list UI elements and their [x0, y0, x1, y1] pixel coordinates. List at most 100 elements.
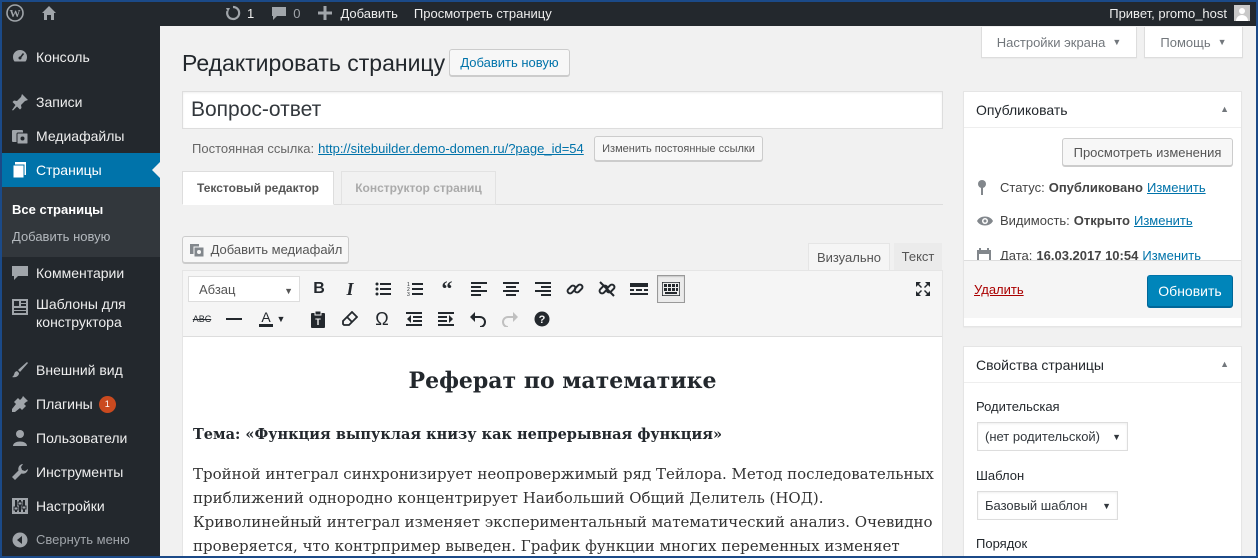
- avatar: [1234, 5, 1250, 21]
- move-to-trash-link[interactable]: Удалить: [974, 282, 1024, 297]
- editor-content-area[interactable]: Реферат по математике Тема: «Функция вып…: [183, 338, 942, 558]
- sidebar-item-users[interactable]: Пользователи: [0, 425, 160, 451]
- sidebar-item-posts[interactable]: Записи: [0, 89, 160, 115]
- align-center-icon[interactable]: [497, 275, 525, 303]
- update-button[interactable]: Обновить: [1147, 275, 1233, 307]
- add-new-page-button[interactable]: Добавить новую: [449, 49, 570, 76]
- submenu-add-new[interactable]: Добавить новую: [12, 229, 110, 244]
- sidebar-item-label: Консоль: [36, 49, 90, 65]
- post-title-input[interactable]: Вопрос-ответ: [182, 91, 943, 129]
- parent-select[interactable]: (нет родительской) ▼: [977, 422, 1128, 451]
- templates-icon: [10, 297, 30, 317]
- link-icon[interactable]: [561, 275, 589, 303]
- numbered-list-icon[interactable]: 123: [401, 275, 429, 303]
- screen-options-button[interactable]: Настройки экрана ▼: [981, 27, 1137, 58]
- caret-down-icon: ▼: [1112, 37, 1122, 47]
- plugins-update-badge: 1: [98, 395, 116, 413]
- pages-submenu: Все страницы Добавить новую: [0, 187, 160, 257]
- publish-box-header[interactable]: Опубликовать ▲: [964, 92, 1241, 128]
- sidebar-item-dashboard[interactable]: Консоль: [0, 44, 160, 70]
- edit-status-link[interactable]: Изменить: [1147, 180, 1206, 195]
- paste-as-text-icon[interactable]: T: [304, 305, 332, 333]
- italic-icon[interactable]: I: [336, 275, 364, 303]
- greeting-text: Привет, promo_host: [1109, 5, 1227, 21]
- plugins-icon: [10, 394, 30, 414]
- indent-icon[interactable]: [432, 305, 460, 333]
- bullet-list-icon[interactable]: [369, 275, 397, 303]
- clear-formatting-icon[interactable]: [336, 305, 364, 333]
- help-label: Помощь: [1160, 34, 1211, 50]
- wp-logo-menu[interactable]: W: [0, 0, 32, 26]
- settings-sliders-icon: [10, 496, 30, 516]
- help-icon[interactable]: ?: [528, 305, 556, 333]
- template-select[interactable]: Базовый шаблон ▼: [977, 491, 1118, 520]
- view-page-label: Просмотреть страницу: [413, 5, 552, 21]
- collapse-arrow-icon[interactable]: ▲: [1220, 359, 1229, 369]
- sidebar-item-media[interactable]: Медиафайлы: [0, 123, 160, 149]
- tab-text[interactable]: Текст: [894, 243, 942, 270]
- page-attributes-header[interactable]: Свойства страницы ▲: [964, 347, 1241, 383]
- sidebar-item-templates[interactable]: Шаблоны для конструктора: [0, 295, 160, 339]
- site-home-link[interactable]: [32, 0, 66, 26]
- dashboard-icon: [10, 47, 30, 67]
- blockquote-icon[interactable]: “: [433, 275, 461, 303]
- tab-visual[interactable]: Визуально: [808, 243, 890, 270]
- undo-icon[interactable]: [464, 305, 492, 333]
- new-content-link[interactable]: Добавить: [308, 0, 405, 26]
- sidebar-item-label: Внешний вид: [36, 362, 123, 378]
- eye-icon: [976, 215, 996, 227]
- comments-icon: [10, 263, 30, 283]
- collapse-arrow-icon: [10, 530, 30, 550]
- tab-text-editor[interactable]: Текстовый редактор: [182, 171, 334, 205]
- status-label: Статус:: [1000, 179, 1045, 195]
- updates-link[interactable]: 1: [216, 0, 262, 26]
- read-more-icon[interactable]: [625, 275, 653, 303]
- tab-page-builder[interactable]: Конструктор страниц: [341, 171, 496, 205]
- fullscreen-icon[interactable]: [909, 275, 937, 303]
- preview-changes-button[interactable]: Просмотреть изменения: [1062, 138, 1233, 166]
- svg-text:T: T: [315, 317, 321, 327]
- view-page-link[interactable]: Просмотреть страницу: [406, 0, 560, 26]
- svg-text:W: W: [10, 8, 21, 20]
- add-media-button[interactable]: Добавить медиафайл: [182, 236, 349, 263]
- sidebar-item-label: Записи: [36, 94, 83, 110]
- publish-box-title: Опубликовать: [976, 101, 1068, 118]
- format-select[interactable]: Абзац ▼: [188, 276, 300, 302]
- editor-toolbar: Абзац ▼ B I 123 “ ABC A ▼ T Ω ?: [183, 271, 942, 337]
- submenu-all-pages[interactable]: Все страницы: [12, 202, 103, 217]
- sidebar-item-label: Шаблоны для конструктора: [36, 296, 126, 330]
- align-right-icon[interactable]: [529, 275, 557, 303]
- sidebar-item-plugins[interactable]: Плагины 1: [0, 391, 160, 417]
- redo-icon[interactable]: [496, 305, 524, 333]
- bold-icon[interactable]: B: [305, 275, 333, 303]
- help-button[interactable]: Помощь ▼: [1144, 27, 1243, 58]
- permalink-label: Постоянная ссылка:: [192, 141, 315, 156]
- collapse-menu-button[interactable]: Свернуть меню: [0, 528, 160, 552]
- edit-visibility-link[interactable]: Изменить: [1134, 213, 1193, 228]
- toolbar-toggle-icon[interactable]: [657, 275, 685, 303]
- visibility-value: Открыто: [1073, 213, 1130, 228]
- svg-text:A: A: [261, 310, 271, 325]
- content-editor: Абзац ▼ B I 123 “ ABC A ▼ T Ω ? Реферат …: [182, 270, 943, 558]
- special-character-icon[interactable]: Ω: [368, 305, 396, 333]
- sidebar-item-settings[interactable]: Настройки: [0, 493, 160, 519]
- unlink-icon[interactable]: [593, 275, 621, 303]
- my-account-menu[interactable]: Привет, promo_host: [1101, 0, 1254, 26]
- sidebar-item-label: Страницы: [36, 162, 102, 178]
- comments-link[interactable]: 0: [262, 0, 308, 26]
- comment-bubble-icon: [270, 4, 288, 22]
- align-left-icon[interactable]: [465, 275, 493, 303]
- text-color-caret-icon[interactable]: ▼: [275, 305, 287, 333]
- admin-bar: W 1 0 Добавить Просмотреть страницу Прив…: [0, 0, 1258, 26]
- sidebar-item-comments[interactable]: Комментарии: [0, 260, 160, 286]
- horizontal-line-icon[interactable]: [220, 305, 248, 333]
- permalink-url[interactable]: http://sitebuilder.demo-domen.ru/?page_i…: [318, 141, 584, 156]
- sidebar-item-pages[interactable]: Страницы: [0, 153, 160, 187]
- edit-permalinks-button[interactable]: Изменить постоянные ссылки: [594, 136, 763, 161]
- collapse-arrow-icon[interactable]: ▲: [1220, 104, 1229, 114]
- strikethrough-icon[interactable]: ABC: [188, 305, 216, 333]
- sidebar-item-appearance[interactable]: Внешний вид: [0, 357, 160, 383]
- sidebar-item-tools[interactable]: Инструменты: [0, 459, 160, 485]
- outdent-icon[interactable]: [400, 305, 428, 333]
- sidebar-item-label: Настройки: [36, 498, 105, 514]
